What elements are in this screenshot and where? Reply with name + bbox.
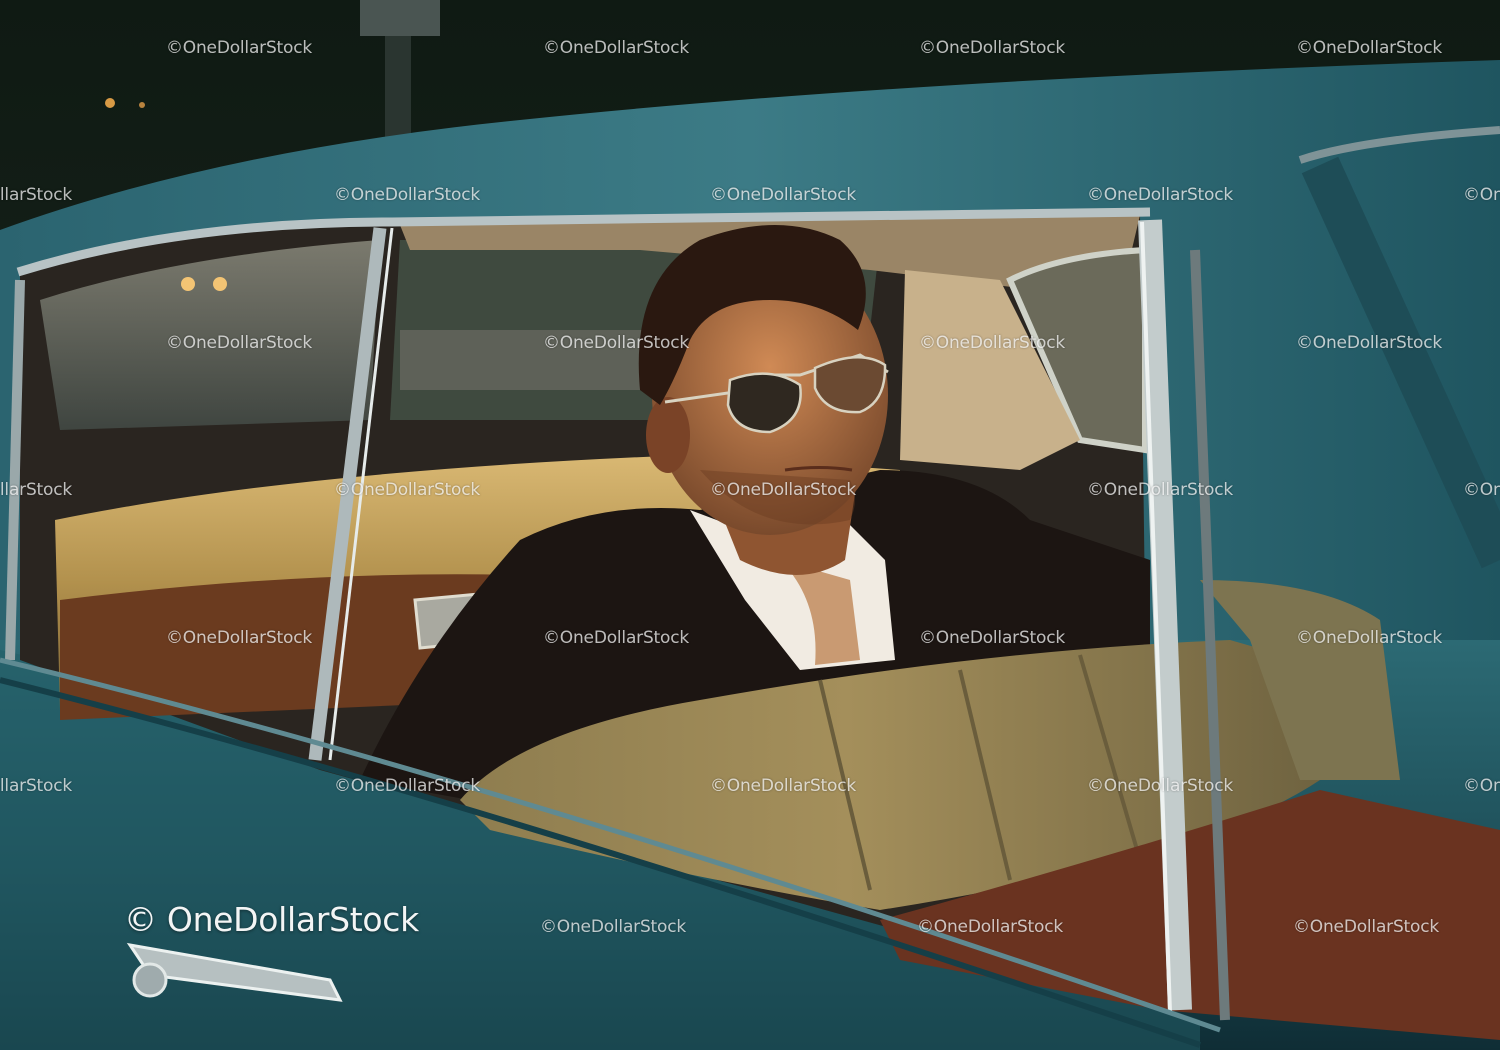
watermark: ©OneDollarStock bbox=[166, 333, 313, 353]
watermark: ©OneDollarStock bbox=[1296, 333, 1443, 353]
watermark: ©OneDollarStock bbox=[917, 917, 1064, 937]
watermark: ©OneDollarStock bbox=[710, 776, 857, 796]
watermark: ©OneDollarStock bbox=[334, 480, 481, 500]
watermark: ©OneDollarStock bbox=[710, 185, 857, 205]
watermark: ©OneDollarStock bbox=[543, 38, 690, 58]
watermark: ©OneDollarStock bbox=[710, 480, 857, 500]
watermark: ©OneDollarStock bbox=[1463, 185, 1500, 205]
watermark: ©OneDollarStock bbox=[1087, 776, 1234, 796]
watermark: ©OneDollarStock bbox=[1293, 917, 1440, 937]
watermark: ©OneDollarStock bbox=[1087, 185, 1234, 205]
watermark: ©OneDollarStock bbox=[334, 185, 481, 205]
watermark: ©OneDollarStock bbox=[0, 776, 73, 796]
watermark: ©OneDollarStock bbox=[0, 185, 73, 205]
watermark: ©OneDollarStock bbox=[1296, 628, 1443, 648]
watermark: ©OneDollarStock bbox=[543, 333, 690, 353]
watermark: ©OneDollarStock bbox=[919, 628, 1066, 648]
watermark: ©OneDollarStock bbox=[1463, 776, 1500, 796]
photo-scene: ©OneDollarStock ©OneDollarStock ©OneDoll… bbox=[0, 0, 1500, 1050]
watermark: ©OneDollarStock bbox=[1087, 480, 1234, 500]
watermark: ©OneDollarStock bbox=[334, 776, 481, 796]
watermark: ©OneDollarStock bbox=[1463, 480, 1500, 500]
watermark: ©OneDollarStock bbox=[166, 38, 313, 58]
watermark: ©OneDollarStock bbox=[1296, 38, 1443, 58]
watermark: ©OneDollarStock bbox=[540, 917, 687, 937]
watermark: ©OneDollarStock bbox=[919, 38, 1066, 58]
vintage-car-photo bbox=[0, 0, 1500, 1050]
watermark: ©OneDollarStock bbox=[919, 333, 1066, 353]
watermark: ©OneDollarStock bbox=[166, 628, 313, 648]
watermark: ©OneDollarStock bbox=[0, 480, 73, 500]
watermark: ©OneDollarStock bbox=[543, 628, 690, 648]
watermark-main: © OneDollarStock bbox=[124, 900, 419, 939]
